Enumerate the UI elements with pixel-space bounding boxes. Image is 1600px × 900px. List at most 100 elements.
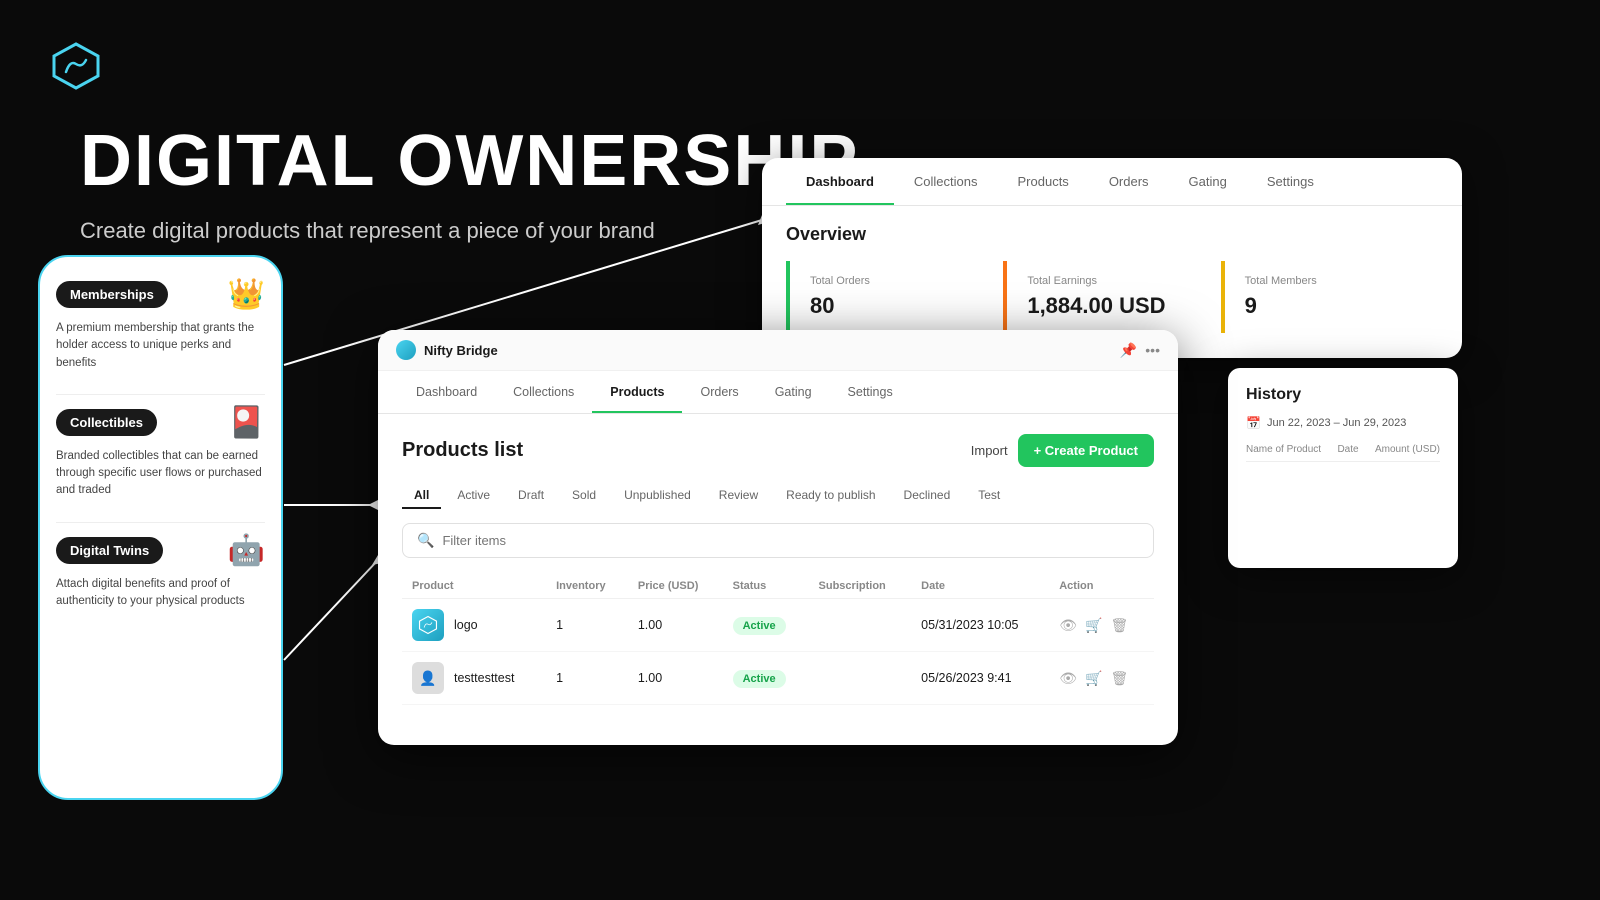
- overview-cards: Total Orders 80 Total Earnings 1,884.00 …: [786, 261, 1438, 333]
- filter-tabs: All Active Draft Sold Unpublished Review…: [402, 483, 1154, 509]
- collectibles-icon: 🎴: [228, 405, 265, 440]
- phone-mockup: Memberships 👑 A premium membership that …: [38, 255, 283, 800]
- window-more-icon[interactable]: •••: [1145, 342, 1160, 358]
- collectibles-desc: Branded collectibles that can be earned …: [56, 448, 265, 500]
- hero-subtitle: Create digital products that represent a…: [80, 218, 655, 244]
- product-cell-logo: logo: [402, 599, 546, 652]
- filter-active[interactable]: Active: [445, 483, 502, 509]
- total-members-value: 9: [1245, 293, 1418, 319]
- filter-test[interactable]: Test: [966, 483, 1012, 509]
- total-earnings-label: Total Earnings: [1027, 275, 1200, 287]
- nav-item-gating-back[interactable]: Gating: [1169, 158, 1247, 205]
- history-columns: Name of Product Date Amount (USD): [1246, 444, 1440, 462]
- delete-icon-logo[interactable]: 🗑: [1110, 617, 1128, 634]
- date-test: 05/26/2023 9:41: [911, 652, 1049, 705]
- filter-all[interactable]: All: [402, 483, 441, 509]
- dashboard-panel: Dashboard Collections Products Orders Ga…: [762, 158, 1462, 358]
- status-logo: Active: [723, 599, 809, 652]
- subscription-logo: [809, 599, 912, 652]
- inventory-test: 1: [546, 652, 628, 705]
- digital-twins-icon: 🤖: [228, 533, 265, 568]
- products-nav: Dashboard Collections Products Orders Ga…: [378, 371, 1178, 414]
- nav-item-dashboard[interactable]: Dashboard: [786, 158, 894, 205]
- filter-sold[interactable]: Sold: [560, 483, 608, 509]
- table-row: 👤 testtesttest 1 1.00 Active 05/26/2023 …: [402, 652, 1154, 705]
- action-icons-logo: 👁 🛒 🗑: [1059, 617, 1144, 634]
- total-earnings-card: Total Earnings 1,884.00 USD: [1003, 261, 1220, 333]
- col-subscription: Subscription: [809, 574, 912, 599]
- nav-orders[interactable]: Orders: [682, 371, 756, 413]
- memberships-badge: Memberships: [56, 281, 168, 308]
- product-avatar-logo: [412, 609, 444, 641]
- total-members-card: Total Members 9: [1221, 261, 1438, 333]
- window-pin-icon[interactable]: 📌: [1120, 342, 1137, 359]
- status-badge-test: Active: [733, 670, 786, 688]
- total-earnings-value: 1,884.00 USD: [1027, 293, 1200, 319]
- products-content: Products list Import + Create Product Al…: [378, 414, 1178, 725]
- nav-collections[interactable]: Collections: [495, 371, 592, 413]
- product-name-text-test: testtesttest: [454, 671, 514, 685]
- nav-item-settings-back[interactable]: Settings: [1247, 158, 1334, 205]
- filter-declined[interactable]: Declined: [892, 483, 963, 509]
- products-list-header: Products list Import + Create Product: [402, 434, 1154, 467]
- col-status: Status: [723, 574, 809, 599]
- products-list-title: Products list: [402, 439, 523, 462]
- delete-icon-test[interactable]: 🗑: [1110, 670, 1128, 687]
- total-members-label: Total Members: [1245, 275, 1418, 287]
- nav-settings[interactable]: Settings: [830, 371, 911, 413]
- phone-item-collectibles: Collectibles 🎴 Branded collectibles that…: [56, 405, 265, 500]
- window-header: Nifty Bridge 📌 •••: [378, 330, 1178, 371]
- total-orders-value: 80: [810, 293, 983, 319]
- table-row: logo 1 1.00 Active 05/31/2023 10:05 👁 🛒: [402, 599, 1154, 652]
- memberships-icon: 👑: [228, 277, 265, 312]
- filter-review[interactable]: Review: [707, 483, 770, 509]
- nav-item-collections[interactable]: Collections: [894, 158, 998, 205]
- products-list-actions: Import + Create Product: [971, 434, 1154, 467]
- filter-draft[interactable]: Draft: [506, 483, 556, 509]
- hero-title: DIGITAL OWNERSHIP: [80, 120, 859, 202]
- window-title: Nifty Bridge: [424, 343, 1120, 358]
- col-product: Product: [402, 574, 546, 599]
- nav-products[interactable]: Products: [592, 371, 682, 413]
- filter-ready-publish[interactable]: Ready to publish: [774, 483, 887, 509]
- status-test: Active: [723, 652, 809, 705]
- col-inventory: Inventory: [546, 574, 628, 599]
- search-icon: 🔍: [417, 532, 434, 549]
- search-input[interactable]: [442, 533, 1139, 548]
- view-icon-test[interactable]: 👁: [1059, 670, 1077, 687]
- window-controls: 📌 •••: [1120, 342, 1160, 359]
- subscription-test: [809, 652, 912, 705]
- search-bar: 🔍: [402, 523, 1154, 558]
- history-date-range: 📅 Jun 22, 2023 – Jun 29, 2023: [1246, 416, 1440, 430]
- import-button[interactable]: Import: [971, 443, 1008, 458]
- product-name-text-logo: logo: [454, 618, 478, 632]
- history-col-name: Name of Product: [1246, 444, 1321, 455]
- view-icon-logo[interactable]: 👁: [1059, 617, 1077, 634]
- history-col-amount: Amount (USD): [1375, 444, 1440, 455]
- nav-gating[interactable]: Gating: [757, 371, 830, 413]
- action-test: 👁 🛒 🗑: [1049, 652, 1154, 705]
- overview-title: Overview: [786, 224, 1438, 245]
- nav-item-products-back[interactable]: Products: [998, 158, 1089, 205]
- cart-icon-logo[interactable]: 🛒: [1085, 617, 1102, 634]
- window-icon: [396, 340, 416, 360]
- nav-item-orders-back[interactable]: Orders: [1089, 158, 1169, 205]
- digital-twins-badge: Digital Twins: [56, 537, 163, 564]
- product-name-logo: logo: [412, 609, 536, 641]
- products-panel: Nifty Bridge 📌 ••• Dashboard Collections…: [378, 330, 1178, 745]
- history-date-text: Jun 22, 2023 – Jun 29, 2023: [1267, 417, 1406, 429]
- calendar-icon: 📅: [1246, 416, 1261, 430]
- col-price: Price (USD): [628, 574, 723, 599]
- nav-dashboard[interactable]: Dashboard: [398, 371, 495, 413]
- action-logo: 👁 🛒 🗑: [1049, 599, 1154, 652]
- create-product-button[interactable]: + Create Product: [1018, 434, 1154, 467]
- col-date: Date: [911, 574, 1049, 599]
- digital-twins-desc: Attach digital benefits and proof of aut…: [56, 576, 265, 611]
- product-cell-test: 👤 testtesttest: [402, 652, 546, 705]
- collectibles-badge: Collectibles: [56, 409, 157, 436]
- date-logo: 05/31/2023 10:05: [911, 599, 1049, 652]
- cart-icon-test[interactable]: 🛒: [1085, 670, 1102, 687]
- dashboard-nav: Dashboard Collections Products Orders Ga…: [762, 158, 1462, 206]
- memberships-desc: A premium membership that grants the hol…: [56, 320, 265, 372]
- filter-unpublished[interactable]: Unpublished: [612, 483, 703, 509]
